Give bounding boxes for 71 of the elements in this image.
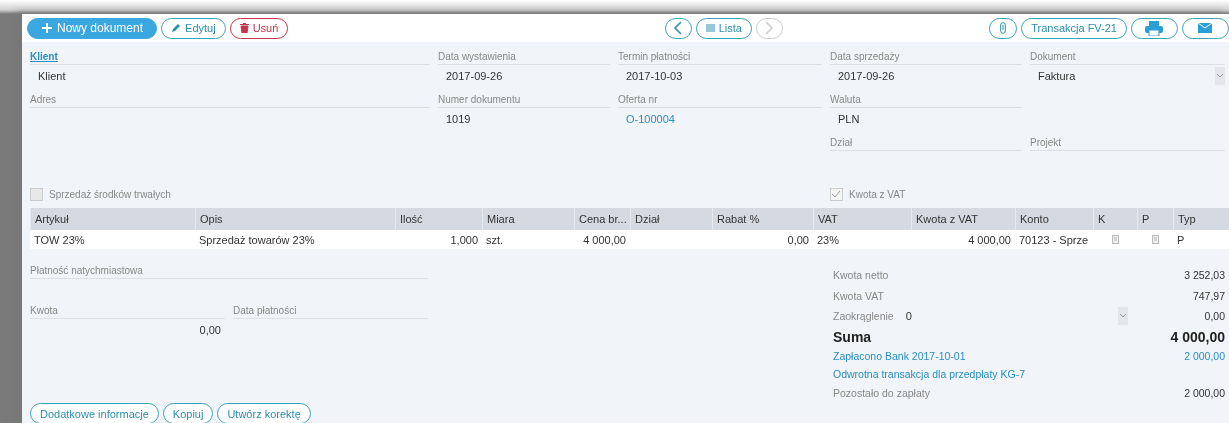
- table-cell-text: szt.: [485, 232, 505, 248]
- table-cell-text: 0,00: [786, 232, 810, 248]
- toolbar-button[interactable]: [989, 17, 1018, 39]
- toolbar-button[interactable]: Edytuj: [161, 17, 226, 39]
- field-value: 2017-10-03: [625, 69, 684, 84]
- field-label: Płatność natychmiastowa: [30, 265, 428, 279]
- chevron-left-icon: [673, 21, 684, 35]
- checkbox-label: Kwota z VAT: [849, 188, 906, 200]
- toolbar-button[interactable]: [1182, 17, 1229, 39]
- table-cell-text: P: [1176, 232, 1186, 248]
- field-label: Waluta: [830, 94, 1022, 108]
- field-label: Kwota: [30, 305, 225, 319]
- table-cell-text: 1,000: [449, 232, 479, 248]
- list-icon: [705, 24, 715, 32]
- field-label: Oferta nr: [618, 94, 822, 108]
- printer-icon: [1145, 20, 1164, 36]
- field-label: Data sprzedaży: [830, 51, 1022, 65]
- list-button[interactable]: Lista: [695, 17, 752, 39]
- field-label: Termin płatności: [618, 51, 822, 65]
- toolbar-button[interactable]: Usuń: [229, 17, 289, 39]
- rounding-select[interactable]: 0: [905, 307, 1128, 326]
- field-value: 2017-09-26: [837, 69, 896, 84]
- summary-value: 4 000,00: [1170, 328, 1225, 345]
- summary-label: Suma: [833, 328, 872, 345]
- caret-icon: [1215, 67, 1225, 85]
- summary-value: 2 000,00: [1184, 386, 1225, 399]
- document-select[interactable]: Faktura: [1030, 65, 1225, 85]
- field-value: PLN: [837, 112, 861, 127]
- checkbox[interactable]: [830, 187, 843, 201]
- table-cell-text: 23%: [816, 232, 841, 248]
- action-button[interactable]: Kopiuj: [162, 403, 214, 423]
- mail-icon: [1198, 23, 1213, 33]
- document-icon[interactable]: [1111, 235, 1119, 244]
- summary-label: Zaokrąglenie: [833, 310, 894, 323]
- summary-value: 747,97: [1192, 289, 1225, 302]
- table-cell-text: 4 000,00: [582, 232, 627, 248]
- table-cell-text: 70123 - Sprze: [1018, 232, 1090, 248]
- field-value: 2017-09-26: [445, 69, 504, 84]
- amount-value: 0,00: [198, 323, 222, 338]
- document-icon[interactable]: [1151, 235, 1159, 244]
- paperclip-icon: [1000, 22, 1007, 34]
- field-label: Dział: [830, 137, 1022, 151]
- summary-label: Pozostało do zapłaty: [833, 386, 930, 399]
- caret-icon: [1117, 307, 1128, 326]
- field-label: Data płatności: [233, 305, 428, 319]
- summary-label: Kwota netto: [833, 269, 889, 282]
- pencil-icon: [171, 23, 182, 33]
- field-value: Klient: [37, 69, 67, 84]
- field-value: 1019: [445, 112, 472, 127]
- checkbox-label: Sprzedaż środków trwałych: [49, 188, 171, 200]
- field-label: Dokument: [1030, 51, 1225, 65]
- checkbox[interactable]: [30, 187, 43, 201]
- toolbar-button[interactable]: [1131, 17, 1178, 39]
- summary-value: 3 252,03: [1184, 269, 1225, 282]
- trash-icon: [239, 23, 249, 33]
- action-button[interactable]: Dodatkowe informacje: [30, 403, 159, 423]
- chevron-right-icon: [764, 21, 775, 35]
- table-cell-text: 4 000,00: [967, 232, 1012, 248]
- table-cell-text: TOW 23%: [33, 232, 86, 248]
- summary-label: Kwota VAT: [833, 289, 884, 302]
- field-label: Data wystawienia: [438, 51, 610, 65]
- plus-icon: [41, 22, 53, 34]
- toolbar-button[interactable]: Transakcja FV-21: [1021, 17, 1127, 39]
- field-label: Numer dokumentu: [438, 94, 610, 108]
- nav-button[interactable]: [664, 17, 692, 39]
- action-button[interactable]: Utwórz korektę: [217, 403, 311, 423]
- field-label: Projekt: [1030, 137, 1225, 151]
- table-cell-text: Sprzedaż towarów 23%: [198, 232, 316, 248]
- summary-value: 0,00: [1204, 310, 1225, 323]
- summary-value: 2 000,00: [1184, 350, 1225, 362]
- field-label: Adres: [30, 94, 430, 108]
